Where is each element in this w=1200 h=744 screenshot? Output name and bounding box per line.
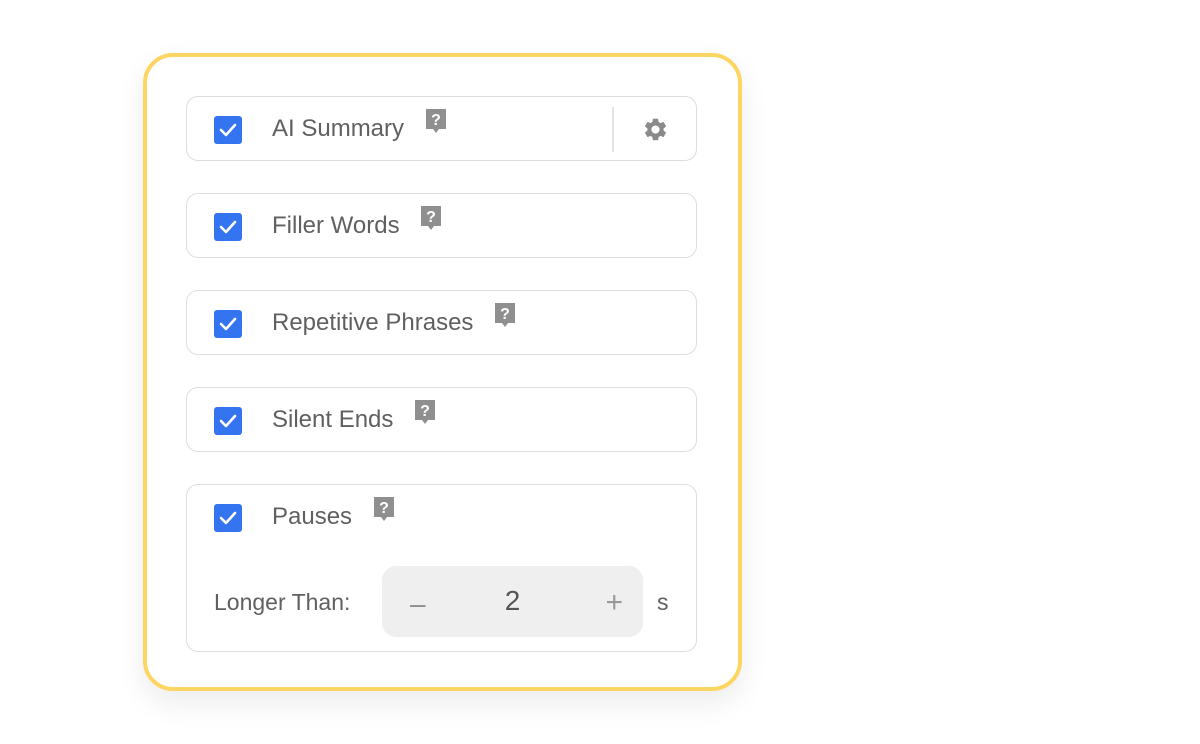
unit-label: s (657, 589, 669, 615)
silent-ends-checkbox[interactable] (214, 407, 242, 435)
checkmark-icon (219, 123, 237, 137)
threshold-label: Longer Than: (214, 589, 351, 615)
option-label: Repetitive Phrases (272, 309, 474, 336)
checkmark-icon (219, 220, 237, 234)
filler-words-checkbox[interactable] (214, 213, 242, 241)
help-icon[interactable]: ? (420, 192, 442, 255)
repetitive-phrases-checkbox[interactable] (214, 310, 242, 338)
option-label: AI Summary (272, 115, 405, 142)
help-icon[interactable]: ? (373, 483, 395, 546)
analysis-options-panel: AI Summary ? Filler Words ? Repetitive P… (143, 53, 742, 691)
ai-summary-checkbox[interactable] (214, 116, 242, 144)
help-icon[interactable]: ? (425, 95, 447, 158)
divider (612, 107, 614, 152)
option-repetitive-phrases: Repetitive Phrases ? (186, 290, 697, 355)
svg-text:?: ? (500, 306, 510, 323)
option-pauses: Pauses ? Longer Than: – 2 + s (186, 484, 697, 652)
pauses-checkbox[interactable] (214, 504, 242, 532)
help-icon[interactable]: ? (414, 386, 436, 449)
svg-text:?: ? (420, 403, 430, 420)
pause-duration-stepper: – 2 + (382, 566, 643, 637)
gear-icon[interactable] (642, 116, 669, 148)
option-label: Filler Words (272, 212, 400, 239)
option-label: Silent Ends (272, 406, 394, 433)
option-filler-words: Filler Words ? (186, 193, 697, 258)
svg-text:?: ? (431, 112, 441, 129)
option-label: Pauses (272, 503, 353, 530)
checkmark-icon (219, 414, 237, 428)
increment-button[interactable]: + (605, 586, 623, 620)
option-ai-summary: AI Summary ? (186, 96, 697, 161)
pause-duration-value[interactable]: 2 (382, 585, 643, 617)
svg-text:?: ? (379, 500, 389, 517)
help-icon[interactable]: ? (494, 289, 516, 352)
svg-text:?: ? (426, 209, 436, 226)
option-silent-ends: Silent Ends ? (186, 387, 697, 452)
checkmark-icon (219, 317, 237, 331)
checkmark-icon (219, 511, 237, 525)
